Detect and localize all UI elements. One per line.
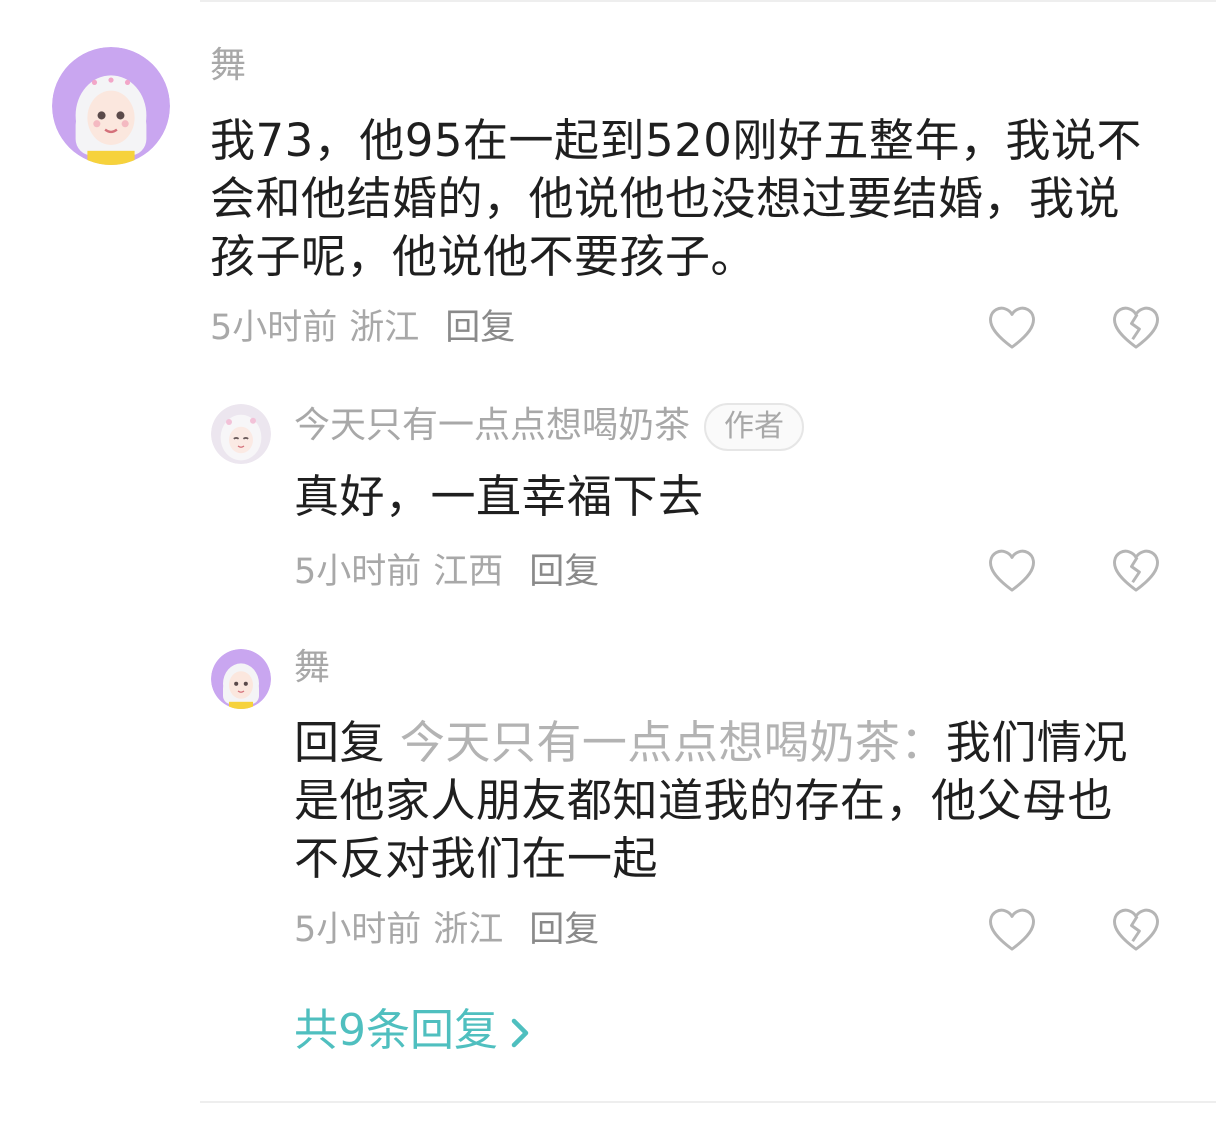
dislike-icon[interactable] — [1109, 903, 1163, 957]
reply-button[interactable]: 回复 — [529, 552, 599, 592]
author-badge: 作者 — [704, 403, 805, 451]
like-icon[interactable] — [985, 903, 1039, 957]
reply-avatar[interactable] — [211, 649, 271, 709]
top-divider — [200, 0, 1216, 2]
reply-username-text[interactable]: 今天只有一点点想喝奶茶 — [294, 405, 690, 446]
reply-meta: 5小时前 江西 回复 — [294, 550, 611, 594]
like-icon[interactable] — [985, 544, 1039, 598]
reply-text: 真好，一直幸福下去 — [294, 470, 704, 523]
reply-time: 5小时前 — [294, 910, 422, 950]
comment-location: 浙江 — [349, 308, 420, 348]
reply-username[interactable]: 舞 — [294, 646, 330, 690]
reply-avatar[interactable] — [211, 404, 271, 464]
avatar[interactable] — [52, 47, 170, 165]
comment-text: 我73，他95在一起到520刚好五整年，我说不会和他结婚的，他说他也没想过要结婚… — [210, 114, 1142, 283]
dislike-icon[interactable] — [1109, 544, 1163, 598]
comment-meta: 5小时前 浙江 回复 — [210, 306, 527, 350]
comment-time: 5小时前 — [210, 308, 338, 348]
reply-target-username[interactable]: 今天只有一点点想喝奶茶： — [400, 716, 946, 769]
like-icon[interactable] — [985, 301, 1039, 355]
bottom-divider — [200, 1101, 1216, 1103]
reply-meta: 5小时前 浙江 回复 — [294, 908, 611, 952]
reply-location: 浙江 — [433, 910, 504, 950]
comment-username[interactable]: 舞 — [210, 44, 246, 88]
view-all-replies-link[interactable]: 共9条回复 — [294, 1003, 534, 1059]
reply-text: 回复 今天只有一点点想喝奶茶：我们情况是他家人朋友都知道我的存在，他父母也不反对… — [294, 714, 1154, 888]
chevron-right-icon — [511, 1018, 529, 1048]
reply-prefix: 回复 — [294, 716, 386, 769]
reply-username[interactable]: 今天只有一点点想喝奶茶 作者 — [294, 403, 805, 451]
reply-time: 5小时前 — [294, 552, 422, 592]
reply-button[interactable]: 回复 — [529, 910, 599, 950]
view-all-replies-label[interactable]: 共9条回复 — [294, 1005, 498, 1056]
reply-location: 江西 — [433, 552, 504, 592]
reply-button[interactable]: 回复 — [445, 308, 515, 348]
dislike-icon[interactable] — [1109, 301, 1163, 355]
